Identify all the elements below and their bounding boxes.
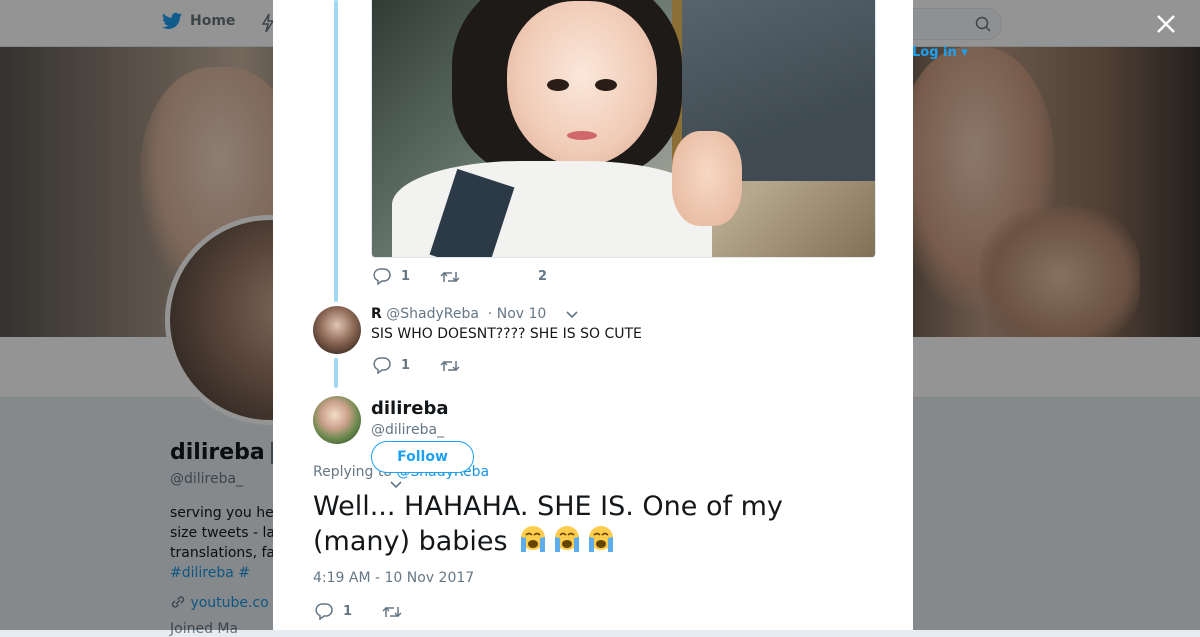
- reply-header: R @ShadyReba · Nov 10: [371, 306, 546, 322]
- reply-button[interactable]: 1: [373, 357, 410, 374]
- main-tweet-author-name[interactable]: dilireba: [371, 398, 449, 419]
- reply-author-handle[interactable]: @ShadyReba: [386, 306, 479, 322]
- thread-line: [334, 358, 338, 388]
- main-tweet-actions: 1: [315, 603, 432, 620]
- reply-icon: [373, 357, 391, 374]
- thread-line: [334, 0, 338, 302]
- retweet-button[interactable]: [440, 358, 460, 374]
- reply-button[interactable]: 1: [315, 603, 352, 620]
- chevron-down-icon[interactable]: [389, 480, 403, 490]
- reply-author-name[interactable]: R: [371, 306, 382, 322]
- loudly-crying-face-icon: [555, 526, 580, 552]
- reply-icon: [315, 603, 333, 620]
- retweet-button[interactable]: [382, 604, 402, 620]
- loudly-crying-face-icon: [589, 526, 614, 552]
- reply-icon: [373, 268, 391, 285]
- close-icon: [1157, 15, 1175, 33]
- reply-date[interactable]: · Nov 10: [488, 306, 547, 322]
- retweet-icon: [440, 271, 460, 282]
- main-tweet-author-handle[interactable]: @dilireba_: [371, 422, 444, 438]
- tweet-modal: 1 2 R @ShadyReba · Nov 10 SIS WHO DOESNT…: [273, 0, 913, 630]
- loudly-crying-face-icon: [521, 526, 546, 552]
- reply-button[interactable]: 1: [373, 268, 410, 285]
- login-link[interactable]: Log in ▾: [912, 45, 968, 60]
- reply-tweet-actions: 1: [373, 357, 490, 374]
- retweet-button[interactable]: [440, 269, 460, 285]
- tweet-timestamp[interactable]: 4:19 AM - 10 Nov 2017: [313, 570, 474, 586]
- tweet-media-photo[interactable]: [371, 0, 876, 258]
- follow-button[interactable]: Follow: [371, 441, 474, 473]
- close-button[interactable]: [1152, 10, 1180, 38]
- main-tweet-avatar[interactable]: [313, 396, 361, 444]
- media-tweet-actions: 1 2: [373, 268, 577, 285]
- chevron-down-icon[interactable]: [565, 310, 579, 320]
- main-tweet-text: Well... HAHAHA. SHE IS. One of my (many)…: [313, 491, 783, 557]
- reply-text: SIS WHO DOESNT???? SHE IS SO CUTE: [371, 326, 642, 342]
- like-button[interactable]: 2: [538, 269, 547, 284]
- retweet-icon: [440, 360, 460, 371]
- reply-avatar[interactable]: [313, 306, 361, 354]
- retweet-icon: [382, 606, 402, 617]
